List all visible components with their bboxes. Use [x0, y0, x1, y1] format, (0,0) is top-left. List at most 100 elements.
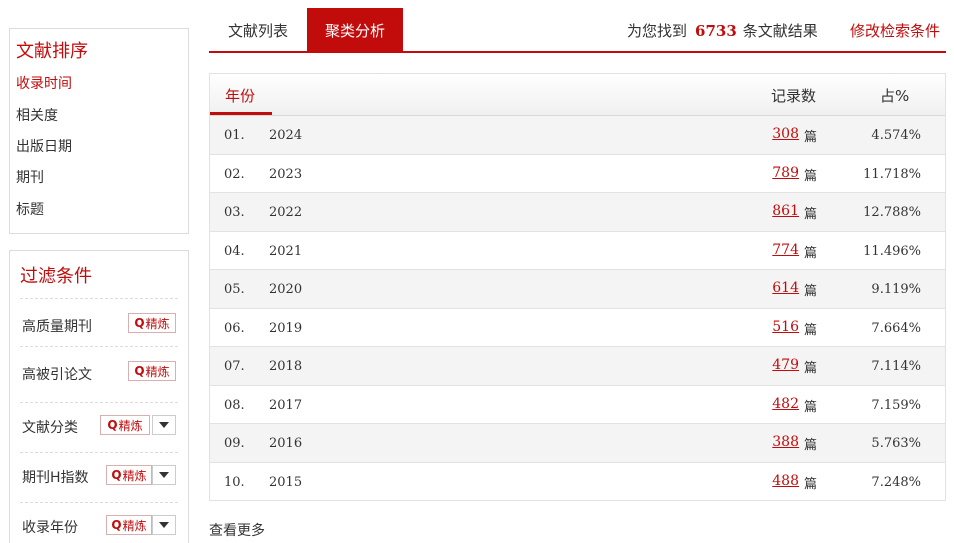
refine-button[interactable]: Q 精炼 — [106, 465, 152, 485]
row-count-link[interactable]: 308 — [772, 126, 799, 142]
row-index: 04. — [224, 243, 245, 259]
refine-button[interactable]: Q 精炼 — [106, 515, 152, 535]
row-index: 09. — [224, 436, 245, 451]
refine-label: 精炼 — [122, 518, 147, 533]
sort-item-pubdate[interactable]: 出版日期 — [16, 136, 72, 156]
search-icon: Q — [111, 518, 122, 532]
row-percent: 4.574% — [871, 128, 921, 143]
row-percent: 5.763% — [871, 436, 921, 451]
row-percent: 7.159% — [871, 397, 921, 413]
tab-underline — [209, 51, 946, 53]
filter-label: 期刊H指数 — [22, 470, 89, 486]
row-count-link[interactable]: 789 — [772, 165, 799, 181]
row-index: 10. — [224, 474, 245, 490]
row-percent: 12.788% — [863, 205, 921, 220]
filter-label: 高被引论文 — [22, 367, 92, 383]
row-count-link[interactable]: 614 — [772, 280, 799, 296]
search-icon: Q — [134, 316, 145, 330]
result-suffix: 条文献结果 — [742, 22, 818, 40]
table-row: 01. 2024 308 篇 4.574% — [210, 116, 945, 155]
row-count-link[interactable]: 479 — [772, 357, 799, 373]
dropdown-button[interactable] — [152, 415, 176, 435]
row-index: 03. — [224, 205, 245, 220]
row-unit: 篇 — [804, 284, 818, 299]
result-count: 6733 — [695, 22, 737, 40]
view-more-link[interactable]: 查看更多 — [209, 520, 265, 540]
row-unit: 篇 — [804, 168, 818, 184]
row-count-link[interactable]: 516 — [772, 319, 799, 335]
modify-search-link[interactable]: 修改检索条件 — [850, 20, 940, 41]
table-row: 06. 2019 516 篇 7.664% — [210, 308, 945, 347]
row-percent: 11.496% — [863, 243, 921, 259]
refine-button[interactable]: Q 精炼 — [100, 415, 150, 435]
filter-row-highly-cited: 高被引论文 Q 精炼 — [20, 346, 178, 402]
row-percent: 11.718% — [863, 166, 921, 182]
refine-label: 精炼 — [145, 364, 170, 379]
sort-item-journal[interactable]: 期刊 — [16, 167, 44, 187]
filter-label: 文献分类 — [22, 420, 78, 436]
triangle-down-icon — [159, 522, 169, 528]
row-unit: 篇 — [804, 361, 818, 376]
sort-panel-title: 文献排序 — [16, 41, 88, 62]
row-unit: 篇 — [804, 476, 818, 492]
row-index: 06. — [224, 320, 245, 336]
column-header-count: 记录数 — [771, 87, 817, 105]
column-header-year[interactable]: 年份 — [225, 85, 255, 106]
table-row: 04. 2021 774 篇 11.496% — [210, 231, 945, 270]
table-row: 03. 2022 861 篇 12.788% — [210, 193, 945, 232]
row-index: 02. — [224, 166, 245, 182]
result-prefix: 为您找到 — [627, 22, 688, 40]
row-count-link[interactable]: 482 — [772, 396, 799, 412]
row-percent: 9.119% — [871, 282, 921, 297]
column-header-percent: 占% — [880, 87, 910, 105]
filter-panel: 过滤条件 高质量期刊 Q 精炼 高被引论文 Q 精炼 文献分类 Q 精炼 期刊H指数 … — [9, 250, 189, 543]
dropdown-button[interactable] — [152, 515, 176, 535]
result-summary: 为您找到 6733 条文献结果 — [627, 20, 818, 41]
triangle-down-icon — [159, 422, 169, 428]
row-index: 01. — [224, 128, 245, 143]
row-index: 05. — [224, 282, 245, 297]
refine-button[interactable]: Q 精炼 — [128, 361, 176, 381]
table-body: 01. 2024 308 篇 4.574% 02. 2023 789 篇 11.718% 03. 20… — [210, 116, 945, 501]
filter-row-year: 收录年份 Q 精炼 — [20, 502, 178, 543]
refine-button[interactable]: Q 精炼 — [128, 313, 176, 333]
table-header: 年份 记录数 占% — [210, 74, 945, 116]
row-unit: 篇 — [804, 245, 818, 261]
table-row: 02. 2023 789 篇 11.718% — [210, 154, 945, 193]
table-row: 10. 2015 488 篇 7.248% — [210, 462, 945, 501]
filter-label: 收录年份 — [22, 520, 78, 536]
row-unit: 篇 — [804, 399, 818, 415]
filter-row-h-index: 期刊H指数 Q 精炼 — [20, 452, 178, 502]
cluster-table: 年份 记录数 占% 01. 2024 308 篇 4.574% 02. 2023 789 篇 11… — [209, 73, 946, 501]
tab-literature-list[interactable]: 文献列表 — [209, 8, 307, 52]
row-count-link[interactable]: 861 — [772, 203, 799, 219]
row-year: 2019 — [269, 320, 303, 336]
row-index: 07. — [224, 359, 245, 374]
refine-label: 精炼 — [122, 468, 147, 483]
row-percent: 7.664% — [871, 320, 921, 336]
sort-item-title[interactable]: 标题 — [16, 199, 44, 219]
triangle-down-icon — [159, 472, 169, 478]
column-header-active-bar — [210, 112, 272, 115]
row-count-link[interactable]: 774 — [772, 242, 799, 258]
row-year: 2020 — [269, 282, 303, 297]
filter-row-high-quality: 高质量期刊 Q 精炼 — [20, 298, 178, 346]
sort-item-time[interactable]: 收录时间 — [16, 73, 72, 93]
row-count-link[interactable]: 488 — [772, 473, 799, 489]
filter-row-category: 文献分类 Q 精炼 — [20, 402, 178, 452]
sort-item-relevance[interactable]: 相关度 — [16, 105, 58, 125]
table-row: 08. 2017 482 篇 7.159% — [210, 385, 945, 424]
row-unit: 篇 — [804, 322, 818, 338]
tab-cluster-analysis[interactable]: 聚类分析 — [307, 8, 403, 52]
dropdown-button[interactable] — [152, 465, 176, 485]
search-icon: Q — [111, 468, 122, 482]
refine-label: 精炼 — [145, 316, 170, 331]
refine-label: 精炼 — [118, 418, 143, 433]
table-row: 07. 2018 479 篇 7.114% — [210, 347, 945, 386]
row-year: 2023 — [269, 166, 303, 182]
row-year: 2016 — [269, 436, 303, 451]
row-index: 08. — [224, 397, 245, 413]
search-icon: Q — [134, 364, 145, 378]
row-year: 2022 — [269, 205, 303, 220]
row-count-link[interactable]: 388 — [772, 434, 799, 450]
